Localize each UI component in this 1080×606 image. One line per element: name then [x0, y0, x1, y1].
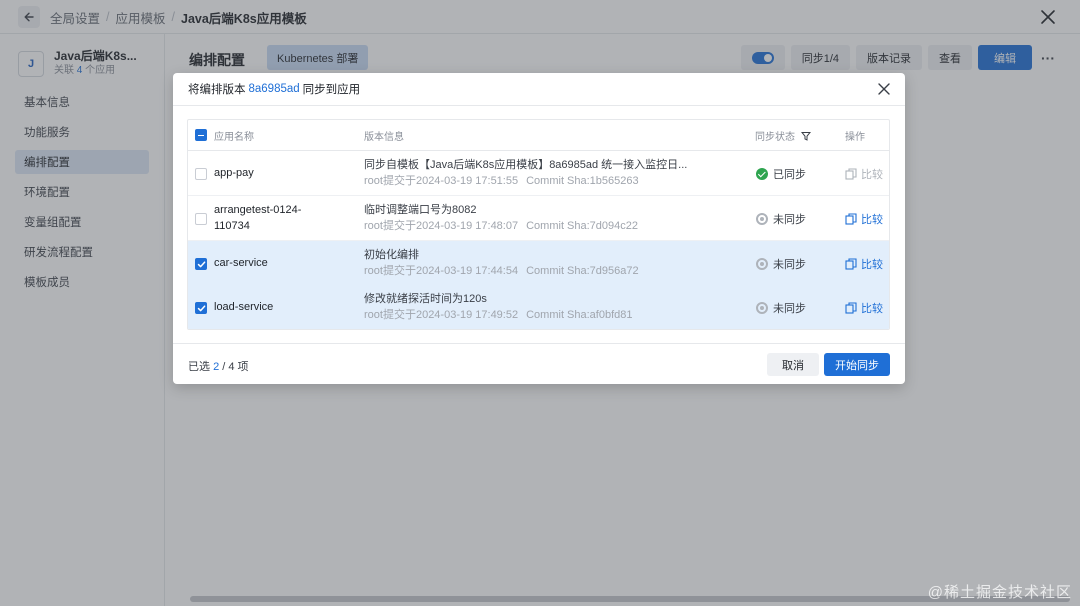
column-status: 同步状态	[755, 120, 811, 151]
dialog-footer: 已选 2 / 4 项 取消 开始同步	[173, 343, 905, 384]
table-row[interactable]: load-service 修改就绪探活时间为120s root提交于2024-0…	[188, 285, 889, 329]
start-sync-button[interactable]: 开始同步	[824, 353, 890, 376]
version-link[interactable]: 8a6985ad	[249, 83, 300, 95]
compare-button[interactable]: 比较	[845, 256, 883, 272]
check-icon	[197, 261, 206, 268]
compare-icon	[845, 213, 857, 225]
column-app-name: 应用名称	[214, 132, 254, 143]
status-badge: 未同步	[756, 300, 806, 316]
version-cell: 初始化编排 root提交于2024-03-19 17:44:54 Commit S…	[364, 249, 639, 277]
row-checkbox[interactable]	[195, 213, 207, 225]
watermark: @稀土掘金技术社区	[927, 584, 1072, 601]
apps-table: 应用名称 版本信息 同步状态 操作 app-pay 同步自模板【Java后端K8…	[187, 119, 890, 330]
status-badge: 未同步	[756, 256, 806, 272]
column-action: 操作	[845, 132, 865, 143]
app-name-cell: car-service	[214, 257, 268, 269]
not-synced-icon	[756, 302, 768, 314]
not-synced-icon	[756, 258, 768, 270]
row-checkbox-checked[interactable]	[195, 302, 207, 314]
dialog-title: 将编排版本 8a6985ad 同步到应用	[173, 73, 905, 106]
sync-dialog: 将编排版本 8a6985ad 同步到应用 应用名称 版本信息 同步状态 操作 a…	[173, 73, 905, 384]
table-row[interactable]: app-pay 同步自模板【Java后端K8s应用模板】8a6985ad 统一接…	[188, 151, 889, 196]
version-cell: 临时调整端口号为8082 root提交于2024-03-19 17:48:07 C…	[364, 204, 639, 232]
select-all-checkbox[interactable]	[195, 129, 207, 141]
compare-icon	[845, 302, 857, 314]
synced-icon	[756, 168, 768, 180]
cancel-button[interactable]: 取消	[767, 353, 819, 376]
table-header: 应用名称 版本信息 同步状态 操作	[188, 120, 889, 151]
table-row[interactable]: car-service 初始化编排 root提交于2024-03-19 17:4…	[188, 241, 889, 285]
not-synced-icon	[756, 213, 768, 225]
row-checkbox[interactable]	[195, 168, 207, 180]
table-row[interactable]: arrangetest-0124-110734 临时调整端口号为8082 roo…	[188, 196, 889, 241]
compare-icon	[845, 168, 857, 180]
status-badge: 已同步	[756, 166, 806, 182]
selected-count: 已选 2 / 4 项	[188, 361, 249, 373]
check-icon	[197, 305, 206, 312]
compare-button[interactable]: 比较	[845, 211, 883, 227]
status-badge: 未同步	[756, 211, 806, 227]
dialog-close-icon[interactable]	[877, 82, 891, 96]
column-version: 版本信息	[364, 132, 404, 143]
app-name-cell: arrangetest-0124-110734	[214, 204, 302, 232]
app-name-cell: load-service	[214, 301, 274, 313]
version-cell: 修改就绪探活时间为120s root提交于2024-03-19 17:49:52…	[364, 293, 633, 321]
row-checkbox-checked[interactable]	[195, 258, 207, 270]
compare-icon	[845, 258, 857, 270]
compare-button[interactable]: 比较	[845, 300, 883, 316]
app-name-cell: app-pay	[214, 167, 254, 179]
compare-button-disabled: 比较	[845, 166, 883, 182]
filter-icon[interactable]	[801, 131, 811, 141]
version-cell: 同步自模板【Java后端K8s应用模板】8a6985ad 统一接入监控日... …	[364, 159, 688, 187]
